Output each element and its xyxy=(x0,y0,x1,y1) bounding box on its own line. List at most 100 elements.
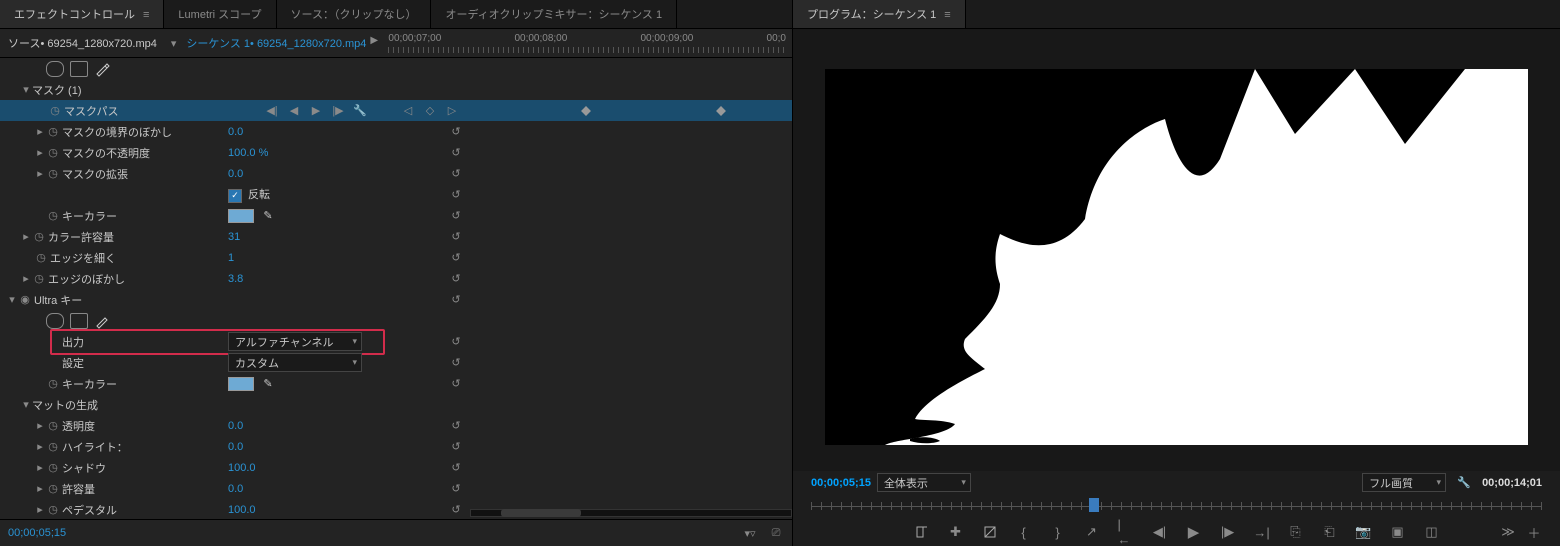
twirl-icon[interactable]: ▾ xyxy=(20,83,32,96)
safe-margins-icon[interactable]: ◫ xyxy=(1424,524,1440,540)
color-tolerance-value[interactable]: 31 xyxy=(228,231,240,243)
go-out-icon[interactable]: →| xyxy=(1254,524,1270,540)
transparency-row[interactable]: ▸◷透明度0.0↺ xyxy=(0,415,792,436)
setting-row[interactable]: 設定カスタム↺ xyxy=(0,352,792,373)
stopwatch-icon[interactable]: ◷ xyxy=(46,209,60,223)
setting-select[interactable]: カスタム xyxy=(228,353,362,372)
extract-icon[interactable]: ⎗ xyxy=(1322,524,1338,540)
quality-select[interactable]: フル画質 xyxy=(1362,473,1446,492)
matte-gen-group[interactable]: ▾マットの生成 xyxy=(0,394,792,415)
edge-feather-value[interactable]: 3.8 xyxy=(228,273,243,285)
tolerance-row[interactable]: ▸◷許容量0.0↺ xyxy=(0,478,792,499)
chevron-down-icon[interactable]: ▾ xyxy=(165,37,183,50)
twirl-icon[interactable]: ▸ xyxy=(34,125,46,138)
stopwatch-icon[interactable]: ◷ xyxy=(34,251,48,265)
panel-menu-icon[interactable]: ≡ xyxy=(944,9,950,21)
shadow-value[interactable]: 100.0 xyxy=(228,462,256,474)
color-swatch[interactable] xyxy=(228,377,254,391)
tab-program[interactable]: プログラム：シーケンス 1≡ xyxy=(793,0,966,28)
tab-lumetri[interactable]: Lumetri スコープ xyxy=(164,0,276,28)
reset-icon[interactable]: ↺ xyxy=(448,208,464,224)
output-row[interactable]: 出力 アルファチャンネル ↺ xyxy=(0,331,792,352)
ultra-key-group[interactable]: ▾◉Ultra キー↺ xyxy=(0,289,792,310)
mask-group[interactable]: ▾ マスク (1) xyxy=(0,79,792,100)
reset-icon[interactable]: ↺ xyxy=(448,124,464,140)
mask-opacity-row[interactable]: ▸◷マスクの不透明度100.0 %↺ xyxy=(0,142,792,163)
ellipse-mask-icon[interactable] xyxy=(46,313,64,329)
more-icon[interactable]: ≫ xyxy=(1500,524,1516,540)
prev-kf-icon[interactable]: ◀ xyxy=(286,103,302,119)
reset-icon[interactable]: ↺ xyxy=(448,376,464,392)
comparison-icon[interactable]: ▣ xyxy=(1390,524,1406,540)
step-fwd-icon[interactable]: |▶ xyxy=(1220,524,1236,540)
edge-feather-row[interactable]: ▸◷エッジのぼかし3.8↺ xyxy=(0,268,792,289)
mask-opacity-value[interactable]: 100.0 % xyxy=(228,147,268,159)
reset-icon[interactable]: ↺ xyxy=(448,460,464,476)
add-kf-icon[interactable]: ◇ xyxy=(422,103,438,119)
program-timeline[interactable] xyxy=(793,494,1560,518)
program-monitor[interactable] xyxy=(825,69,1528,445)
insert-icon[interactable] xyxy=(982,524,998,540)
twirl-icon[interactable]: ▸ xyxy=(34,482,46,495)
twirl-icon[interactable]: ▸ xyxy=(34,146,46,159)
stopwatch-icon[interactable]: ◷ xyxy=(46,440,60,454)
snapshot-icon[interactable]: 📷 xyxy=(1356,524,1372,540)
twirl-icon[interactable]: ▸ xyxy=(34,503,46,516)
set-in-icon[interactable]: { xyxy=(1016,524,1032,540)
stopwatch-icon[interactable]: ◷ xyxy=(46,503,60,517)
mini-timeline-ruler[interactable]: ▶ 00;00;07;00 00;00;08;00 00;00;09;00 00… xyxy=(370,29,792,57)
key-color-row[interactable]: ◷キーカラー✎↺ xyxy=(0,205,792,226)
twirl-icon[interactable]: ▸ xyxy=(20,230,32,243)
twirl-icon[interactable]: ▸ xyxy=(34,419,46,432)
transparency-value[interactable]: 0.0 xyxy=(228,420,243,432)
eyedropper-icon[interactable]: ✎ xyxy=(260,208,276,224)
play-icon[interactable]: ▶ xyxy=(370,35,378,46)
shadow-row[interactable]: ▸◷シャドウ100.0↺ xyxy=(0,457,792,478)
reset-icon[interactable]: ↺ xyxy=(448,187,464,203)
mask-feather-row[interactable]: ▸◷マスクの境界のぼかし0.0↺ xyxy=(0,121,792,142)
tab-audio-mixer[interactable]: オーディオクリップミキサー：シーケンス 1 xyxy=(431,0,677,28)
key-color2-row[interactable]: ◷キーカラー✎↺ xyxy=(0,373,792,394)
set-out-icon[interactable]: } xyxy=(1050,524,1066,540)
stopwatch-icon[interactable]: ◷ xyxy=(46,377,60,391)
go-first-kf-icon[interactable]: ◀| xyxy=(264,103,280,119)
twirl-icon[interactable]: ▾ xyxy=(6,293,18,306)
output-select[interactable]: アルファチャンネル xyxy=(228,332,362,351)
tab-effect-controls[interactable]: エフェクトコントロール≡ xyxy=(0,0,164,28)
export-frame-icon[interactable]: ↗ xyxy=(1084,524,1100,540)
next-kf-icon[interactable]: |▶ xyxy=(330,103,346,119)
keyframe-scrollbar[interactable] xyxy=(470,507,792,519)
eye-icon[interactable]: ◉ xyxy=(18,293,32,307)
pen-mask-icon[interactable] xyxy=(94,313,110,329)
twirl-icon[interactable]: ▸ xyxy=(34,461,46,474)
reset-icon[interactable]: ↺ xyxy=(448,418,464,434)
twirl-icon[interactable]: ▾ xyxy=(20,398,32,411)
reset-icon[interactable]: ↺ xyxy=(448,481,464,497)
eyedropper-icon[interactable]: ✎ xyxy=(260,376,276,392)
step-back-icon[interactable]: ◀| xyxy=(1152,524,1168,540)
stopwatch-icon[interactable]: ◷ xyxy=(46,482,60,496)
pedestal-value[interactable]: 100.0 xyxy=(228,504,256,516)
twirl-icon[interactable]: ▸ xyxy=(34,167,46,180)
rect-mask-icon[interactable] xyxy=(70,61,88,77)
ellipse-mask-icon[interactable] xyxy=(46,61,64,77)
wrench-icon[interactable]: 🔧 xyxy=(1456,475,1472,491)
edge-thin-value[interactable]: 1 xyxy=(228,252,234,264)
lift-icon[interactable]: ⎘ xyxy=(1288,524,1304,540)
mask-expand-row[interactable]: ▸◷マスクの拡張0.0↺ xyxy=(0,163,792,184)
mark-out-icon[interactable]: ✚ xyxy=(948,524,964,540)
button-editor-icon[interactable]: ＋ xyxy=(1526,524,1542,540)
invert-checkbox[interactable]: ✓ xyxy=(228,189,242,203)
pen-mask-icon[interactable] xyxy=(94,61,110,77)
scrollbar-thumb[interactable] xyxy=(501,509,581,517)
reset-icon[interactable]: ↺ xyxy=(448,250,464,266)
reset-icon[interactable]: ↺ xyxy=(448,334,464,350)
play-icon[interactable]: ▶ xyxy=(1186,524,1202,540)
twirl-icon[interactable]: ▸ xyxy=(34,440,46,453)
reset-icon[interactable]: ↺ xyxy=(448,145,464,161)
tolerance-value[interactable]: 0.0 xyxy=(228,483,243,495)
play-kf-icon[interactable]: ▶ xyxy=(308,103,324,119)
color-tolerance-row[interactable]: ▸◷カラー許容量31↺ xyxy=(0,226,792,247)
edge-thin-row[interactable]: ◷エッジを細く1↺ xyxy=(0,247,792,268)
highlight-value[interactable]: 0.0 xyxy=(228,441,243,453)
